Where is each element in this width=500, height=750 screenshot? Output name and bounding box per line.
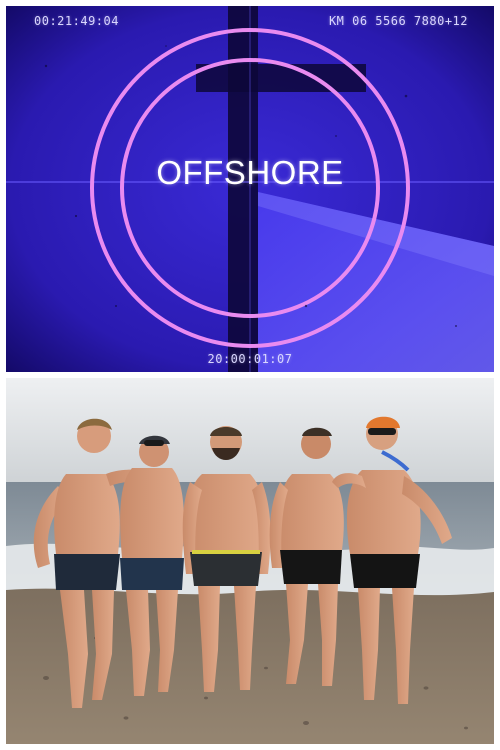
- timecode-top-left: 00:21:49:04: [34, 14, 119, 28]
- beach-photo: [6, 378, 494, 744]
- counter-top-right: KM 06 5566 7880+12: [328, 14, 468, 28]
- timecode-bottom: 20:00:01:07: [207, 352, 293, 366]
- title-card-panel: 00:21:49:04 KM 06 5566 7880+12 OFFSHORE …: [6, 6, 494, 372]
- show-title: OFFSHORE: [156, 154, 344, 191]
- cross-horizontal-bar: [196, 64, 366, 92]
- beach-scene: [6, 378, 494, 744]
